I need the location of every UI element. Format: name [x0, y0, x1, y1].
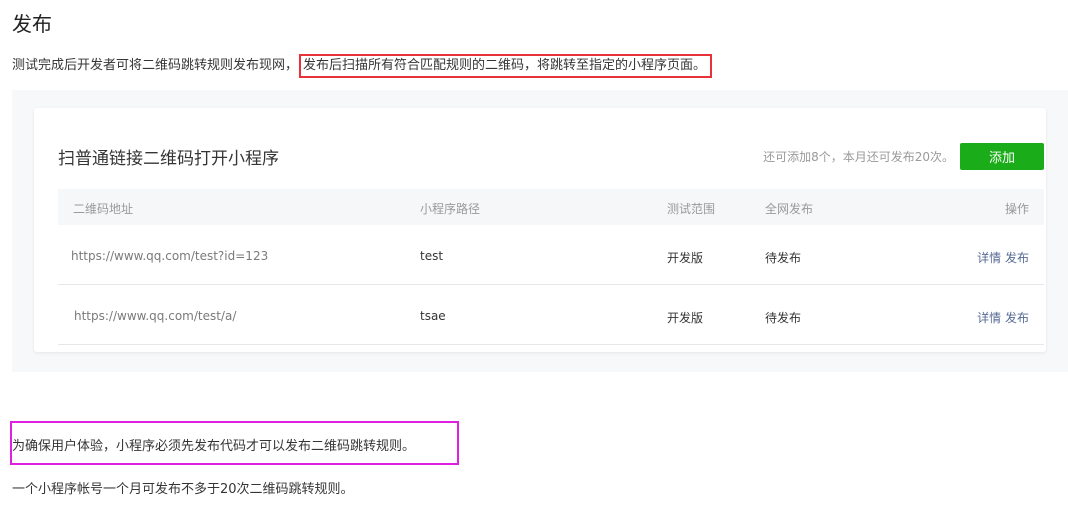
row-scope: 开发版 [667, 251, 704, 265]
card-title: 扫普通链接二维码打开小程序 [58, 149, 279, 169]
quota-text: 还可添加8个，本月还可发布20次。 [763, 150, 954, 164]
row-path: test [420, 249, 444, 263]
qr-rules-card: 扫普通链接二维码打开小程序 还可添加8个，本月还可发布20次。 添加 二维码地址… [34, 108, 1046, 352]
intro-text: 测试完成后开发者可将二维码跳转规则发布现网， 发布后扫描所有符合匹配规则的二维码，… [12, 54, 713, 78]
note-publish-code-first: 为确保用户体验，小程序必须先发布代码才可以发布二维码跳转规则。 [12, 439, 416, 454]
table-header: 二维码地址 小程序路径 测试范围 全网发布 操作 [58, 189, 1044, 225]
header-path: 小程序路径 [420, 202, 481, 216]
row-actions: 详情 发布 [977, 309, 1029, 326]
details-link[interactable]: 详情 [977, 251, 1001, 265]
details-link[interactable]: 详情 [977, 311, 1001, 325]
intro-highlight: 发布后扫描所有符合匹配规则的二维码，将跳转至指定的小程序页面。 [299, 54, 713, 78]
rules-panel: 扫普通链接二维码打开小程序 还可添加8个，本月还可发布20次。 添加 二维码地址… [12, 90, 1068, 372]
page-title: 发布 [12, 12, 52, 36]
row-status: 待发布 [765, 311, 802, 325]
publish-link[interactable]: 发布 [1005, 251, 1029, 265]
header-url: 二维码地址 [73, 202, 134, 216]
row-actions: 详情 发布 [977, 249, 1029, 266]
row-status: 待发布 [765, 251, 802, 265]
table-row: https://www.qq.com/test?id=123 test 开发版 … [58, 225, 1044, 285]
publish-link[interactable]: 发布 [1005, 311, 1029, 325]
row-url: https://www.qq.com/test?id=123 [71, 249, 269, 263]
header-publish-status: 全网发布 [765, 202, 814, 216]
row-scope: 开发版 [667, 311, 704, 325]
rules-table: 二维码地址 小程序路径 测试范围 全网发布 操作 https://www.qq.… [58, 189, 1044, 345]
add-button[interactable]: 添加 [960, 143, 1044, 170]
intro-plain: 测试完成后开发者可将二维码跳转规则发布现网， [12, 58, 299, 73]
header-scope: 测试范围 [667, 202, 716, 216]
table-row: https://www.qq.com/test/a/ tsae 开发版 待发布 … [58, 285, 1044, 345]
header-actions: 操作 [1004, 202, 1029, 216]
row-url: https://www.qq.com/test/a/ [74, 309, 237, 323]
row-path: tsae [420, 309, 446, 323]
note-monthly-limit: 一个小程序帐号一个月可发布不多于20次二维码跳转规则。 [12, 482, 354, 497]
